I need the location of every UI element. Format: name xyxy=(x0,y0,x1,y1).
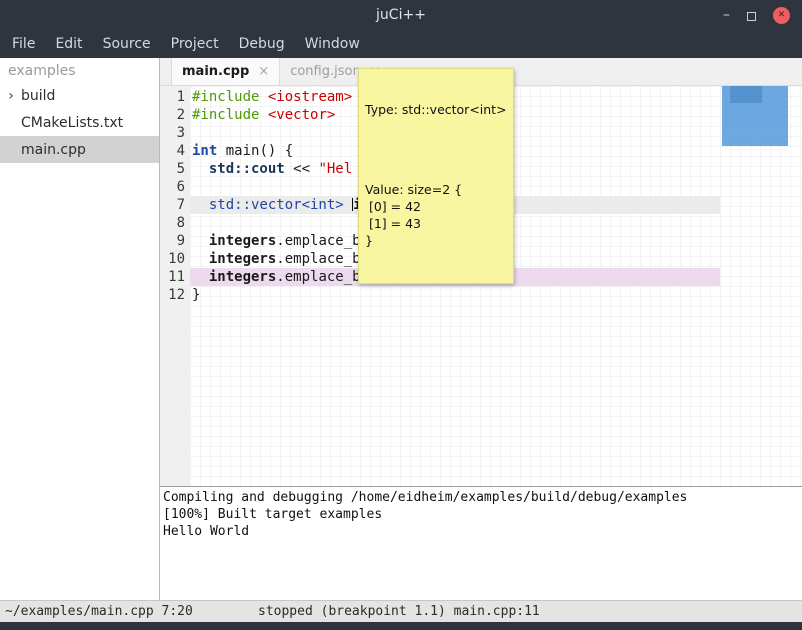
tooltip-line: Value: size=2 { xyxy=(365,181,507,198)
tab-main-cpp[interactable]: main.cpp × xyxy=(171,58,280,85)
sidebar: examples ›build CMakeLists.txt main.cpp xyxy=(0,58,160,600)
line-number[interactable]: 2 xyxy=(160,106,185,124)
window-title: juCi++ xyxy=(376,7,426,23)
code-token xyxy=(192,233,209,249)
gutter[interactable]: 123456789101112 xyxy=(160,86,190,486)
close-icon: ✕ xyxy=(778,10,786,20)
file-label: main.cpp xyxy=(19,142,86,158)
menu-item-source[interactable]: Source xyxy=(93,30,161,58)
source-map-highlight xyxy=(730,86,762,103)
tab-label: config.json xyxy=(290,64,361,79)
code-token xyxy=(344,197,352,213)
project-name: examples xyxy=(0,58,159,82)
line-number[interactable]: 5 xyxy=(160,160,185,178)
line-number[interactable]: 4 xyxy=(160,142,185,160)
source-map-slider[interactable] xyxy=(722,86,788,146)
code-token: int xyxy=(192,143,217,159)
bottom-strip xyxy=(0,622,802,630)
title-bar: juCi++ – ✕ xyxy=(0,0,802,30)
minimize-button[interactable]: – xyxy=(723,1,730,29)
line-number[interactable]: 7 xyxy=(160,196,185,214)
line-number[interactable]: 6 xyxy=(160,178,185,196)
file-tree-item-cmakelists-txt[interactable]: CMakeLists.txt xyxy=(0,109,159,136)
menu-item-file[interactable]: File xyxy=(2,30,45,58)
maximize-button[interactable] xyxy=(747,6,756,25)
menu-item-window[interactable]: Window xyxy=(295,30,370,58)
status-file-position: ~/examples/main.cpp 7:20 xyxy=(5,601,193,622)
tab-label: main.cpp xyxy=(182,64,249,79)
code-token: integers xyxy=(209,233,276,249)
line-number[interactable]: 1 xyxy=(160,88,185,106)
status-bar: ~/examples/main.cpp 7:20 stopped (breakp… xyxy=(0,600,802,622)
code-token: std::vector<int> xyxy=(209,197,344,213)
file-tree-item-main-cpp[interactable]: main.cpp xyxy=(0,136,159,163)
file-label: build xyxy=(19,88,55,104)
code-token xyxy=(259,89,267,105)
menu-item-edit[interactable]: Edit xyxy=(45,30,92,58)
debug-tooltip: Type: std::vector<int> Value: size=2 { [… xyxy=(358,68,514,284)
source-map[interactable] xyxy=(720,86,802,486)
line-number[interactable]: 11 xyxy=(160,268,185,286)
code-token: main() { xyxy=(217,143,293,159)
code-token: "Hel xyxy=(318,161,352,177)
code-token: #include xyxy=(192,107,259,123)
tooltip-body: Value: size=2 { [0] = 42 [1] = 43} xyxy=(365,181,507,249)
code-token xyxy=(259,107,267,123)
line-number[interactable]: 9 xyxy=(160,232,185,250)
code-token: << xyxy=(285,161,319,177)
code-token: <vector> xyxy=(268,107,335,123)
code-token: #include xyxy=(192,89,259,105)
tab-close-icon[interactable]: × xyxy=(258,64,269,79)
code-token xyxy=(192,269,209,285)
terminal-line: Hello World xyxy=(163,523,802,540)
menu-item-project[interactable]: Project xyxy=(161,30,229,58)
tooltip-type-line: Type: std::vector<int> xyxy=(365,102,507,118)
terminal-panel[interactable]: Compiling and debugging /home/eidheim/ex… xyxy=(160,486,802,600)
code-token: integers xyxy=(209,251,276,267)
line-number[interactable]: 12 xyxy=(160,286,185,304)
file-tree-item-build[interactable]: ›build xyxy=(0,82,159,109)
code-line-12[interactable]: } xyxy=(190,286,720,304)
tooltip-line: [1] = 43 xyxy=(365,215,507,232)
menu-item-debug[interactable]: Debug xyxy=(229,30,295,58)
terminal-line: Compiling and debugging /home/eidheim/ex… xyxy=(163,489,802,506)
maximize-icon xyxy=(747,12,756,21)
close-button[interactable]: ✕ xyxy=(773,7,790,24)
tooltip-line: [0] = 42 xyxy=(365,198,507,215)
app-window: juCi++ – ✕ FileEditSourceProjectDebugWin… xyxy=(0,0,802,630)
terminal-line: [100%] Built target examples xyxy=(163,506,802,523)
window-controls: – ✕ xyxy=(723,0,790,30)
status-debug-state: stopped (breakpoint 1.1) main.cpp:11 xyxy=(258,601,540,622)
code-token: std::cout xyxy=(209,161,285,177)
line-number[interactable]: 3 xyxy=(160,124,185,142)
code-token xyxy=(192,251,209,267)
code-token xyxy=(192,197,209,213)
tooltip-line: } xyxy=(365,232,507,249)
chevron-right-icon[interactable]: › xyxy=(3,88,19,104)
code-token: } xyxy=(192,287,200,303)
line-number[interactable]: 10 xyxy=(160,250,185,268)
code-token: <iostream> xyxy=(268,89,352,105)
code-token xyxy=(192,161,209,177)
line-number[interactable]: 8 xyxy=(160,214,185,232)
menu-bar: FileEditSourceProjectDebugWindow xyxy=(0,30,802,58)
file-tree: ›build CMakeLists.txt main.cpp xyxy=(0,82,159,163)
code-token: integers xyxy=(209,269,276,285)
file-label: CMakeLists.txt xyxy=(19,115,123,131)
